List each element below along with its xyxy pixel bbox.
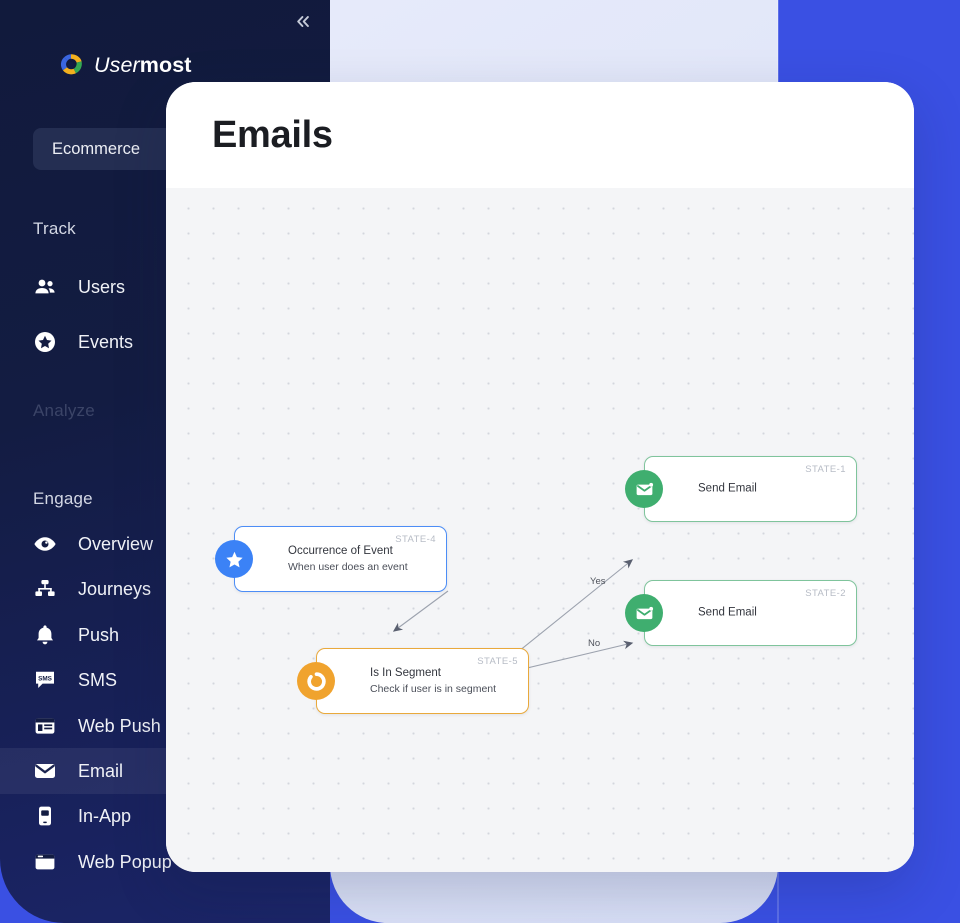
flow-node-state-4[interactable]: STATE-4 Occurrence of Event When user do… (215, 526, 447, 592)
node-body: Is In Segment Check if user is in segmen… (370, 665, 506, 697)
node-state-label: STATE-2 (805, 588, 846, 599)
page-title: Emails (212, 113, 333, 156)
brand-name-part2: most (139, 52, 192, 77)
nav-section-track: Track (33, 219, 76, 238)
sitemap-icon (31, 575, 59, 603)
flow-node-state-5[interactable]: STATE-5 Is In Segment Check if user is i… (297, 648, 529, 714)
app-card: Emails Yes No STATE-4 Occurrence of Even… (166, 82, 914, 872)
sidebar-item-label: Email (78, 760, 124, 781)
workspace-label: Ecommerce (52, 139, 141, 158)
svg-text:SMS: SMS (38, 675, 53, 682)
node-body: Send Email (698, 481, 767, 498)
edge-state4-to-state5 (392, 590, 449, 632)
envelope-send-icon (625, 470, 663, 508)
eye-icon (31, 530, 59, 558)
sidebar-item-label: Push (78, 624, 120, 645)
nav-section-engage: Engage (33, 489, 93, 508)
journey-flow-canvas[interactable]: Yes No STATE-4 Occurrence of Event When … (166, 188, 914, 872)
node-body: Send Email (698, 605, 767, 622)
edge-label-no: No (588, 638, 601, 649)
flow-node-state-2[interactable]: STATE-2 Send Email (625, 580, 857, 646)
node-title: Send Email (698, 606, 757, 619)
sidebar-item-label: Users (78, 276, 126, 297)
sms-bubble-icon: SMS (31, 666, 59, 694)
node-state-label: STATE-1 (805, 464, 846, 475)
node-subtitle: When user does an event (288, 560, 408, 573)
sidebar-item-label: Events (78, 331, 134, 352)
envelope-icon (31, 757, 59, 785)
star-badge-icon (215, 540, 253, 578)
envelope-send-icon (625, 594, 663, 632)
nav-section-analyze: Analyze (33, 401, 95, 420)
sidebar-item-label: Web Push (78, 715, 161, 736)
bell-icon (31, 621, 59, 649)
sidebar-item-label: Web Popup (78, 851, 172, 872)
brand-name: Usermost (94, 53, 192, 78)
star-circle-icon (31, 328, 59, 356)
sidebar-item-label: SMS (78, 669, 118, 690)
popup-window-icon (31, 848, 59, 876)
node-title: Is In Segment (370, 667, 441, 680)
card-header: Emails (166, 82, 914, 188)
node-title: Occurrence of Event (288, 545, 393, 558)
sidebar-item-label: Journeys (78, 578, 152, 599)
sidebar-item-label: Overview (78, 533, 154, 554)
chevron-double-left-icon (296, 15, 309, 27)
brand-name-part1: User (94, 52, 140, 77)
segment-ring-icon (297, 662, 335, 700)
users-icon (31, 273, 59, 301)
node-body: Occurrence of Event When user does an ev… (288, 543, 418, 575)
usermost-pinwheel-logo (57, 51, 85, 79)
node-title: Send Email (698, 482, 757, 495)
mobile-phone-icon (31, 802, 59, 830)
browser-window-icon (31, 712, 59, 740)
node-subtitle: Check if user is in segment (370, 682, 497, 695)
edge-label-yes: Yes (590, 576, 606, 587)
flow-node-state-1[interactable]: STATE-1 Send Email (625, 456, 857, 522)
workspace-selector[interactable]: Ecommerce (33, 128, 181, 170)
sidebar-item-label: In-App (78, 805, 132, 826)
brand-logo[interactable]: Usermost (57, 51, 192, 79)
sidebar-collapse-button[interactable] (290, 8, 316, 34)
